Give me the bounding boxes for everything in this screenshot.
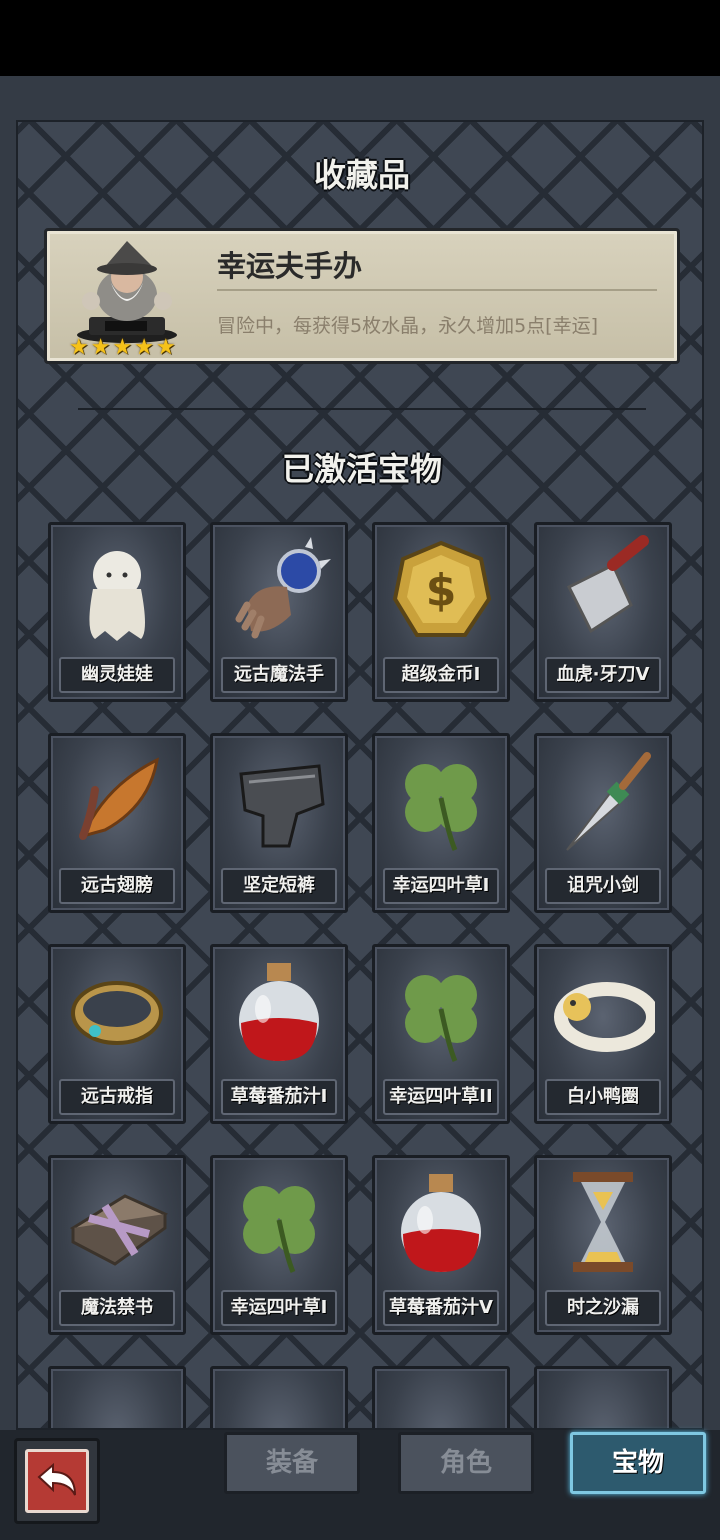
collection-screen: 收藏品 ★ ★ ★ ★ ★ 幸运夫手办 冒险中，每获得5枚水晶，永久增加5点[幸… xyxy=(0,76,720,1430)
dagger-icon xyxy=(566,752,651,851)
treasure-item-partial[interactable] xyxy=(372,1366,510,1428)
section-title-collection: 收藏品 xyxy=(313,156,410,194)
star-icon: ★ xyxy=(155,335,176,360)
section-title-activated: 已激活宝物 xyxy=(281,450,442,488)
treasure-item-label: 坚定短裤 xyxy=(221,868,337,904)
red-potion-icon xyxy=(401,1174,481,1272)
star-icon: ★ xyxy=(112,335,133,360)
treasure-item-partial[interactable] xyxy=(534,1366,672,1428)
treasure-item-label: 超级金币I xyxy=(383,657,499,693)
featured-name: 幸运夫手办 xyxy=(217,249,363,283)
wing-icon xyxy=(79,757,159,840)
bottom-nav: 装备 角色 宝物 xyxy=(0,1430,720,1540)
ring-icon xyxy=(71,981,163,1045)
treasure-item[interactable]: 幸运四叶草I xyxy=(210,1155,348,1335)
red-potion-icon xyxy=(239,963,319,1061)
treasure-item[interactable]: 时之沙漏 xyxy=(534,1155,672,1335)
treasure-item-label: 幽灵娃娃 xyxy=(59,657,175,693)
featured-description: 冒险中，每获得5枚水晶，永久增加5点[幸运] xyxy=(217,315,599,337)
star-icon: ★ xyxy=(134,335,154,360)
treasure-item[interactable]: 草莓番茄汁V xyxy=(372,1155,510,1335)
treasure-item[interactable]: 白小鸭圈 xyxy=(534,944,672,1124)
treasure-item-label: 远古魔法手 xyxy=(221,657,337,693)
treasure-item-label: 血虎·牙刀V xyxy=(545,657,661,693)
star-icon: ★ xyxy=(90,335,111,360)
tab-treasure[interactable]: 宝物 xyxy=(570,1432,706,1494)
magic-gauntlet-icon xyxy=(235,537,331,639)
featured-collectible-card[interactable]: ★ ★ ★ ★ ★ 幸运夫手办 冒险中，每获得5枚水晶，永久增加5点[幸运] xyxy=(44,228,680,364)
divider-line xyxy=(217,289,657,291)
clover-icon xyxy=(405,975,477,1062)
back-button[interactable] xyxy=(14,1438,100,1524)
treasure-item-label: 远古戒指 xyxy=(59,1079,175,1115)
treasure-item[interactable]: 血虎·牙刀V xyxy=(534,522,672,702)
treasure-item-label: 诅咒小剑 xyxy=(545,868,661,904)
tab-equipment[interactable]: 装备 xyxy=(224,1432,360,1494)
treasure-item-label: 草莓番茄汁I xyxy=(221,1079,337,1115)
wizard-figurine-icon xyxy=(77,241,177,343)
cleaver-icon xyxy=(566,535,649,634)
collection-panel: 收藏品 ★ ★ ★ ★ ★ 幸运夫手办 冒险中，每获得5枚水晶，永久增加5点[幸… xyxy=(16,120,704,1430)
treasure-item[interactable]: 远古戒指 xyxy=(48,944,186,1124)
forbidden-book-icon xyxy=(69,1194,169,1266)
treasure-item-partial[interactable] xyxy=(48,1366,186,1428)
treasure-item-label: 草莓番茄汁V xyxy=(383,1290,499,1326)
treasure-item-label: 幸运四叶草II xyxy=(383,1079,499,1115)
treasure-item-label: 幸运四叶草I xyxy=(383,868,499,904)
treasure-item[interactable]: 坚定短裤 xyxy=(210,733,348,913)
treasure-item-label: 魔法禁书 xyxy=(59,1290,175,1326)
treasure-item[interactable]: $ 超级金币I xyxy=(372,522,510,702)
treasure-item-label: 白小鸭圈 xyxy=(545,1079,661,1115)
svg-text:$: $ xyxy=(426,565,457,616)
treasure-item[interactable]: 草莓番茄汁I xyxy=(210,944,348,1124)
treasure-item[interactable]: 远古翅膀 xyxy=(48,733,186,913)
treasure-item[interactable]: 幸运四叶草I xyxy=(372,733,510,913)
star-rating: ★ ★ ★ ★ ★ xyxy=(69,337,176,359)
treasure-item[interactable]: 魔法禁书 xyxy=(48,1155,186,1335)
star-icon: ★ xyxy=(69,335,89,360)
treasure-item-partial[interactable] xyxy=(210,1366,348,1428)
treasure-item-label: 时之沙漏 xyxy=(545,1290,661,1326)
armor-shorts-icon xyxy=(239,764,325,848)
treasure-item-label: 远古翅膀 xyxy=(59,868,175,904)
tab-character[interactable]: 角色 xyxy=(398,1432,534,1494)
treasure-item[interactable]: 幽灵娃娃 xyxy=(48,522,186,702)
status-bar xyxy=(0,0,720,76)
clover-icon xyxy=(405,764,477,851)
treasure-item[interactable]: 幸运四叶草II xyxy=(372,944,510,1124)
treasure-item[interactable]: 远古魔法手 xyxy=(210,522,348,702)
ghost-doll-icon xyxy=(89,551,145,641)
clover-icon xyxy=(243,1186,315,1273)
duck-ring-icon xyxy=(554,982,655,1052)
treasure-item-label: 幸运四叶草I xyxy=(221,1290,337,1326)
section-divider xyxy=(78,408,646,410)
treasure-item[interactable]: 诅咒小剑 xyxy=(534,733,672,913)
back-arrow-icon xyxy=(25,1449,89,1513)
hourglass-icon xyxy=(573,1172,633,1272)
gold-coin-icon: $ xyxy=(392,540,492,637)
